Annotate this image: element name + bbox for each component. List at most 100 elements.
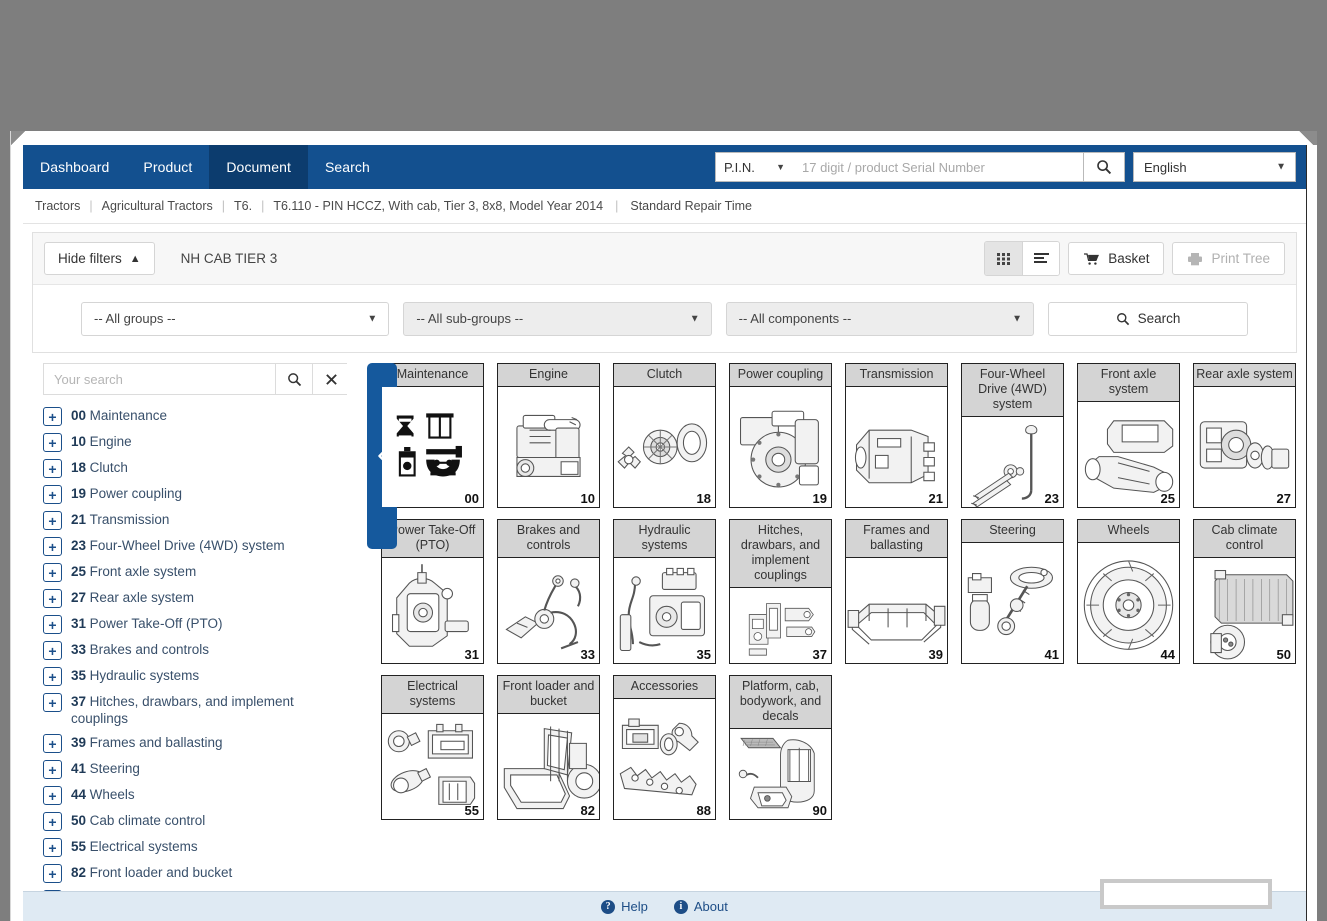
search-icon (287, 372, 301, 386)
view-grid-button[interactable] (985, 242, 1023, 275)
help-link[interactable]: ? Help (601, 899, 648, 914)
tree-item-text: 55 Electrical systems (71, 837, 198, 855)
groups-select[interactable]: -- All groups -- (81, 301, 390, 336)
tile-41[interactable]: Steering 41 (961, 519, 1064, 664)
tile-50[interactable]: Cab climate control 50 (1193, 519, 1296, 664)
tree-item-label: Front loader and bucket (89, 865, 233, 880)
plus-icon[interactable]: + (43, 433, 62, 452)
search-icon (1097, 160, 1112, 175)
tile-title: Four-Wheel Drive (4WD) system (962, 364, 1063, 417)
plus-icon[interactable]: + (43, 812, 62, 831)
tree-item-33[interactable]: +33 Brakes and controls (43, 637, 341, 663)
plus-icon[interactable]: + (43, 459, 62, 478)
tree-item-00[interactable]: +00 Maintenance (43, 403, 341, 429)
components-select[interactable]: -- All components -- (725, 301, 1034, 336)
tile-image: 35 (614, 558, 715, 663)
tree-item-code: 00 (71, 408, 87, 423)
plus-icon[interactable]: + (43, 485, 62, 504)
tile-21[interactable]: Transmission 21 (845, 363, 948, 508)
tree-item-18[interactable]: +18 Clutch (43, 455, 341, 481)
tree-item-82[interactable]: +82 Front loader and bucket (43, 860, 341, 886)
tree-item-39[interactable]: +39 Frames and ballasting (43, 730, 341, 756)
plus-icon[interactable]: + (43, 615, 62, 634)
filter-search-button[interactable]: Search (1047, 301, 1248, 336)
plus-icon[interactable]: + (43, 667, 62, 686)
breadcrumb-item-t6[interactable]: T6. (234, 199, 252, 213)
tree-item-27[interactable]: +27 Rear axle system (43, 585, 341, 611)
tile-90[interactable]: Platform, cab, bodywork, and decals 90 (729, 675, 832, 820)
tree-search-clear-button[interactable] (313, 363, 347, 395)
tree-search-input[interactable] (43, 363, 275, 395)
tree-item-19[interactable]: +19 Power coupling (43, 481, 341, 507)
tree-item-25[interactable]: +25 Front axle system (43, 559, 341, 585)
nav-item-document[interactable]: Document (209, 145, 308, 189)
tile-18[interactable]: Clutch 18 (613, 363, 716, 508)
tree-item-35[interactable]: +35 Hydraulic systems (43, 663, 341, 689)
plus-icon[interactable]: + (43, 407, 62, 426)
basket-button[interactable]: Basket (1068, 242, 1165, 275)
breadcrumb-item-model[interactable]: T6.110 - PIN HCCZ, With cab, Tier 3, 8x8… (273, 199, 603, 213)
status-popup-box (1100, 879, 1272, 909)
nav-item-product[interactable]: Product (126, 145, 209, 189)
tree-item-23[interactable]: +23 Four-Wheel Drive (4WD) system (43, 533, 341, 559)
tree-item-44[interactable]: +44 Wheels (43, 782, 341, 808)
tree-item-55[interactable]: +55 Electrical systems (43, 834, 341, 860)
tile-82[interactable]: Front loader and bucket 82 (497, 675, 600, 820)
view-list-button[interactable] (1022, 242, 1060, 275)
pin-search-input[interactable] (793, 152, 1083, 182)
breadcrumb-separator: | (261, 199, 265, 213)
plus-icon[interactable]: + (43, 693, 62, 712)
tile-title: Platform, cab, bodywork, and decals (730, 676, 831, 729)
plus-icon[interactable]: + (43, 760, 62, 779)
breadcrumb-item-tractors[interactable]: Tractors (35, 199, 80, 213)
nav-item-dashboard[interactable]: Dashboard (23, 145, 126, 189)
tree-item-31[interactable]: +31 Power Take-Off (PTO) (43, 611, 341, 637)
tile-55[interactable]: Electrical systems 55 (381, 675, 484, 820)
tile-19[interactable]: Power coupling 19 (729, 363, 832, 508)
tree-item-21[interactable]: +21 Transmission (43, 507, 341, 533)
plus-icon[interactable]: + (43, 511, 62, 530)
tree-item-41[interactable]: +41 Steering (43, 756, 341, 782)
tree-item-10[interactable]: +10 Engine (43, 429, 341, 455)
subgroups-select[interactable]: -- All sub-groups -- (403, 301, 712, 336)
tile-44[interactable]: Wheels 44 (1077, 519, 1180, 664)
about-link[interactable]: i About (673, 899, 728, 914)
language-select[interactable]: English (1133, 152, 1296, 182)
tree-item-50[interactable]: +50 Cab climate control (43, 808, 341, 834)
plus-icon[interactable]: + (43, 589, 62, 608)
plus-icon[interactable]: + (43, 563, 62, 582)
plus-icon[interactable]: + (43, 838, 62, 857)
hide-filters-button[interactable]: Hide filters ▲ (44, 242, 155, 275)
tile-33[interactable]: Brakes and controls 33 (497, 519, 600, 664)
pin-type-select[interactable]: P.I.N. (715, 152, 793, 182)
tree-search-button[interactable] (275, 363, 313, 395)
tree-item-code: 35 (71, 668, 87, 683)
tile-10[interactable]: Engine 10 (497, 363, 600, 508)
breadcrumb-separator: | (89, 199, 93, 213)
tile-27[interactable]: Rear axle system 27 (1193, 363, 1296, 508)
tile-35[interactable]: Hydraulic systems 35 (613, 519, 716, 664)
breadcrumb-item-agricultural-tractors[interactable]: Agricultural Tractors (102, 199, 213, 213)
tree-item-37[interactable]: +37 Hitches, drawbars, and implement cou… (43, 689, 341, 730)
about-label: About (693, 899, 728, 914)
subgroups-select-wrap: -- All sub-groups -- ▼ (403, 301, 712, 336)
plus-icon[interactable]: + (43, 786, 62, 805)
nav-item-search[interactable]: Search (308, 145, 387, 189)
plus-icon[interactable]: + (43, 537, 62, 556)
tile-37[interactable]: Hitches, drawbars, and implement couplin… (729, 519, 832, 664)
tile-39[interactable]: Frames and ballasting 39 (845, 519, 948, 664)
tree-item-label: Front axle system (89, 564, 197, 579)
plus-icon[interactable]: + (43, 734, 62, 753)
plus-icon[interactable]: + (43, 864, 62, 883)
plus-icon[interactable]: + (43, 641, 62, 660)
tile-88[interactable]: Accessories 88 (613, 675, 716, 820)
print-tree-button[interactable]: Print Tree (1172, 242, 1285, 275)
grid-view-icon (997, 253, 1011, 265)
pin-search-button[interactable] (1083, 152, 1125, 182)
tile-23[interactable]: Four-Wheel Drive (4WD) system 23 (961, 363, 1064, 508)
tree-search-group (43, 363, 347, 395)
tree-item-code: 41 (71, 761, 87, 776)
tile-title: Wheels (1078, 520, 1179, 543)
page-corner-fold-right (1295, 131, 1317, 145)
tile-25[interactable]: Front axle system 25 (1077, 363, 1180, 508)
